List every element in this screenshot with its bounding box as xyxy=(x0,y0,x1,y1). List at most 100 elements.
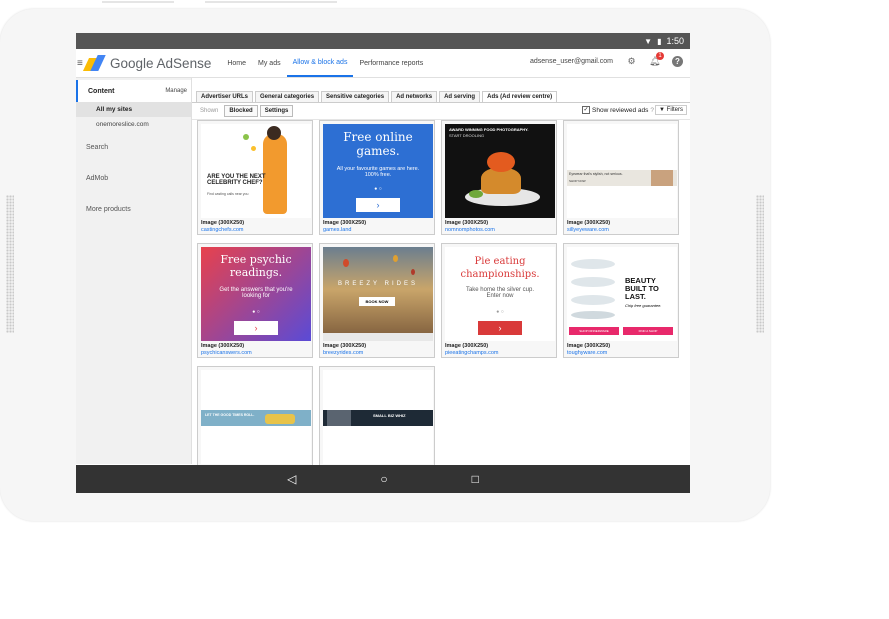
ad-headline: AWARD WINNING FOOD PHOTOGRAPHY. xyxy=(449,127,529,132)
account-email[interactable]: adsense_user@gmail.com xyxy=(530,58,613,65)
ad-domain[interactable]: psychicanswers.com xyxy=(201,350,252,356)
sub-tabs: Shown Blocked Settings ✓ Show reviewed a… xyxy=(192,103,690,120)
ad-image-pie: Pie eating championships. Take home the … xyxy=(445,247,555,341)
ad-image-chef: ARE YOU THE NEXT CELEBRITY CHEF? Find ca… xyxy=(201,124,311,218)
show-reviewed-toggle[interactable]: ✓ Show reviewed ads ? xyxy=(582,106,654,114)
filters-button[interactable]: ▼ Filters xyxy=(655,105,687,115)
ad-domain[interactable]: breezyrides.com xyxy=(323,350,363,356)
notification-badge: 1 xyxy=(656,52,664,60)
chevron-right-icon: › xyxy=(356,198,400,212)
ad-card[interactable]: AWARD WINNING FOOD PHOTOGRAPHY. START DR… xyxy=(441,120,557,235)
sidebar: Content Manage All my sites onemoreslice… xyxy=(76,78,192,464)
nav-tab-allow-block-ads[interactable]: Allow & block ads xyxy=(286,49,354,77)
speaker-right xyxy=(756,195,764,333)
filter-tab-ad-networks[interactable]: Ad networks xyxy=(391,91,438,102)
shop-dinnerware-button: SHOP DINNERWARE xyxy=(569,327,619,335)
ad-domain[interactable]: games.land xyxy=(323,227,351,233)
ad-domain[interactable]: castingchefs.com xyxy=(201,227,244,233)
chevron-right-icon: › xyxy=(478,321,522,335)
ad-size: Image (300X250) xyxy=(323,220,367,226)
sub-tab-blocked[interactable]: Blocked xyxy=(224,105,258,117)
filter-tab-ad-serving[interactable]: Ad serving xyxy=(439,91,481,102)
help-icon[interactable]: ? xyxy=(672,56,683,67)
ad-card[interactable]: SMALL BIZ WHIZ xyxy=(319,366,435,466)
ad-size: Image (300X250) xyxy=(201,343,245,349)
ad-card[interactable]: Free online games. All your favourite ga… xyxy=(319,120,435,235)
recents-icon[interactable]: □ xyxy=(472,472,479,486)
adsense-logo[interactable]: Google AdSense xyxy=(82,55,212,71)
ad-card[interactable]: Eyewear that's stylish, not serious. SHO… xyxy=(563,120,679,235)
wifi-icon: ▼ xyxy=(644,36,653,46)
battery-icon: ▮ xyxy=(657,36,662,46)
ad-image-eyewear: Eyewear that's stylish, not serious. SHO… xyxy=(567,124,677,218)
gear-icon[interactable]: ⚙ xyxy=(626,56,637,67)
carousel-dots: ● ○ xyxy=(496,309,504,315)
sub-tab-shown[interactable]: Shown xyxy=(196,106,222,116)
ad-headline: Free online games. xyxy=(343,130,413,158)
ad-image-plates: BEAUTY BUILT TO LAST. Chip free guarante… xyxy=(567,247,677,341)
main-nav: Home My ads Allow & block ads Performanc… xyxy=(221,49,429,77)
ad-subtext: SHOP NOW xyxy=(569,179,586,183)
ad-card[interactable]: BEAUTY BUILT TO LAST. Chip free guarante… xyxy=(563,243,679,358)
ad-domain[interactable]: nomnomphotos.com xyxy=(445,227,495,233)
back-icon[interactable]: ◁ xyxy=(287,472,296,486)
device-screen: ▼ ▮ 1:50 ≡ Google AdSense Home My ads Al… xyxy=(76,33,690,493)
ad-size: Image (300X250) xyxy=(445,343,489,349)
sidebar-section-admob[interactable]: AdMob xyxy=(76,169,191,187)
checkbox-icon[interactable]: ✓ xyxy=(582,106,590,114)
nav-tab-my-ads[interactable]: My ads xyxy=(252,49,287,77)
home-icon[interactable]: ○ xyxy=(380,472,387,486)
ad-size: Image (300X250) xyxy=(323,343,367,349)
help-small-icon[interactable]: ? xyxy=(650,107,654,114)
ad-image-small-biz: SMALL BIZ WHIZ xyxy=(323,370,433,464)
ad-headline: LET THE GOOD TIMES ROLL. xyxy=(205,413,255,417)
show-reviewed-label: Show reviewed ads xyxy=(592,106,649,114)
chevron-right-icon: › xyxy=(234,321,278,335)
sidebar-section-more-products[interactable]: More products xyxy=(76,200,191,218)
filters-label: Filters xyxy=(666,107,683,113)
sidebar-item-onemoreslice[interactable]: onemoreslice.com xyxy=(76,117,191,132)
sidebar-section-search[interactable]: Search xyxy=(76,138,191,156)
nav-tab-home[interactable]: Home xyxy=(221,49,252,77)
sidebar-item-all-my-sites[interactable]: All my sites xyxy=(76,102,191,117)
app-header: ≡ Google AdSense Home My ads Allow & blo… xyxy=(76,49,690,78)
ad-size: Image (300X250) xyxy=(445,220,489,226)
ad-headline: Free psychic readings. xyxy=(220,253,292,279)
manage-link[interactable]: Manage xyxy=(165,88,187,94)
ad-card[interactable]: LET THE GOOD TIMES ROLL. xyxy=(197,366,313,466)
menu-icon[interactable]: ≡ xyxy=(77,58,83,69)
carousel-dots: ● ○ xyxy=(252,309,260,315)
filter-tab-advertiser-urls[interactable]: Advertiser URLs xyxy=(196,91,254,102)
filter-tab-general-categories[interactable]: General categories xyxy=(255,91,320,102)
ad-headline: SMALL BIZ WHIZ xyxy=(373,413,406,418)
ad-image-games: Free online games. All your favourite ga… xyxy=(323,124,433,218)
ad-card[interactable]: Free psychic readings. Get the answers t… xyxy=(197,243,313,358)
filter-tabs: Advertiser URLs General categories Sensi… xyxy=(192,88,690,103)
ad-size: Image (300X250) xyxy=(567,220,611,226)
ad-image-good-times: LET THE GOOD TIMES ROLL. xyxy=(201,370,311,464)
nav-tab-performance-reports[interactable]: Performance reports xyxy=(353,49,429,77)
carousel-dots: ● ○ xyxy=(374,186,382,192)
ad-domain[interactable]: sillyeyeware.com xyxy=(567,227,609,233)
ad-card[interactable]: BREEZY RIDES BOOK NOW Image (300X250) br… xyxy=(319,243,435,358)
adsense-logo-text: Google AdSense xyxy=(110,55,212,71)
ad-domain[interactable]: toughyware.com xyxy=(567,350,607,356)
filter-tab-ad-review-centre[interactable]: Ads (Ad review centre) xyxy=(482,91,558,102)
frame-top-edge-right xyxy=(205,1,337,3)
ad-headline: Eyewear that's stylish, not serious. xyxy=(569,172,623,176)
adsense-logo-mark xyxy=(82,55,106,71)
ad-subtext: Take home the silver cup. Enter now xyxy=(465,287,535,299)
ad-card[interactable]: ARE YOU THE NEXT CELEBRITY CHEF? Find ca… xyxy=(197,120,313,235)
ad-subtext: All your favourite games are here. 100% … xyxy=(336,166,420,178)
ad-subtext: START DROOLING xyxy=(449,133,485,138)
sidebar-content-label: Content xyxy=(88,87,115,95)
ad-domain[interactable]: pieeatingchamps.com xyxy=(445,350,499,356)
main-content: Advertiser URLs General categories Sensi… xyxy=(192,78,690,466)
ad-subtext: Find casting calls near you xyxy=(207,192,249,196)
sub-tab-settings[interactable]: Settings xyxy=(259,105,294,117)
filter-tab-sensitive-categories[interactable]: Sensitive categories xyxy=(321,91,390,102)
ad-image-food: AWARD WINNING FOOD PHOTOGRAPHY. START DR… xyxy=(445,124,555,218)
ad-subtext: BOOK NOW xyxy=(359,297,395,306)
ad-headline: Pie eating championships. xyxy=(460,256,540,280)
ad-card[interactable]: Pie eating championships. Take home the … xyxy=(441,243,557,358)
